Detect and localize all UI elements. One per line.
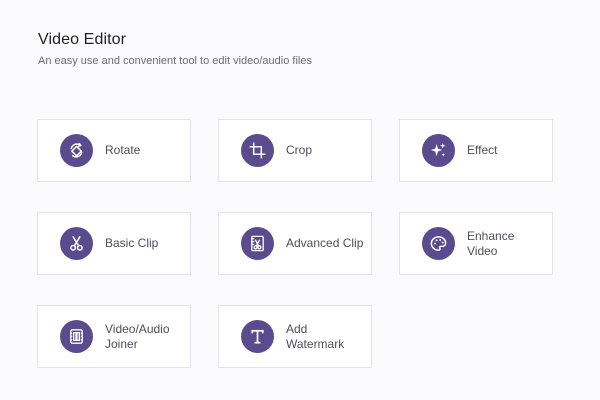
add-watermark-label: Add Watermark	[286, 321, 345, 351]
rotate-button[interactable]: Rotate	[37, 119, 191, 182]
crop-label: Crop	[286, 143, 313, 157]
crop-icon	[241, 134, 274, 167]
effect-sparkle-icon	[422, 134, 455, 167]
rotate-label: Rotate	[105, 143, 141, 157]
page-title: Video Editor	[38, 31, 127, 48]
rotate-icon	[60, 134, 93, 167]
add-watermark-button[interactable]: Add Watermark	[218, 305, 372, 368]
crop-button[interactable]: Crop	[218, 119, 372, 182]
scissors-icon	[60, 227, 93, 260]
advanced-clip-button[interactable]: Advanced Clip	[218, 212, 372, 275]
page-subtitle: An easy use and convenient tool to edit …	[38, 55, 312, 67]
joiner-icon	[60, 320, 93, 353]
basic-clip-button[interactable]: Basic Clip	[37, 212, 191, 275]
page-header: Video Editor An easy use and convenient …	[38, 30, 312, 68]
effect-button[interactable]: Effect	[399, 119, 553, 182]
effect-label: Effect	[467, 143, 498, 157]
advanced-clip-label: Advanced Clip	[286, 236, 364, 250]
video-audio-joiner-label: Video/Audio Joiner	[105, 321, 170, 351]
palette-icon	[422, 227, 455, 260]
basic-clip-label: Basic Clip	[105, 236, 159, 250]
video-audio-joiner-button[interactable]: Video/Audio Joiner	[37, 305, 191, 368]
advanced-clip-icon	[241, 227, 274, 260]
enhance-video-button[interactable]: Enhance Video	[399, 212, 553, 275]
tool-grid: Rotate Crop Effect Basic Clip Advanced C…	[37, 119, 555, 371]
watermark-text-icon	[241, 320, 274, 353]
enhance-video-label: Enhance Video	[467, 228, 515, 258]
